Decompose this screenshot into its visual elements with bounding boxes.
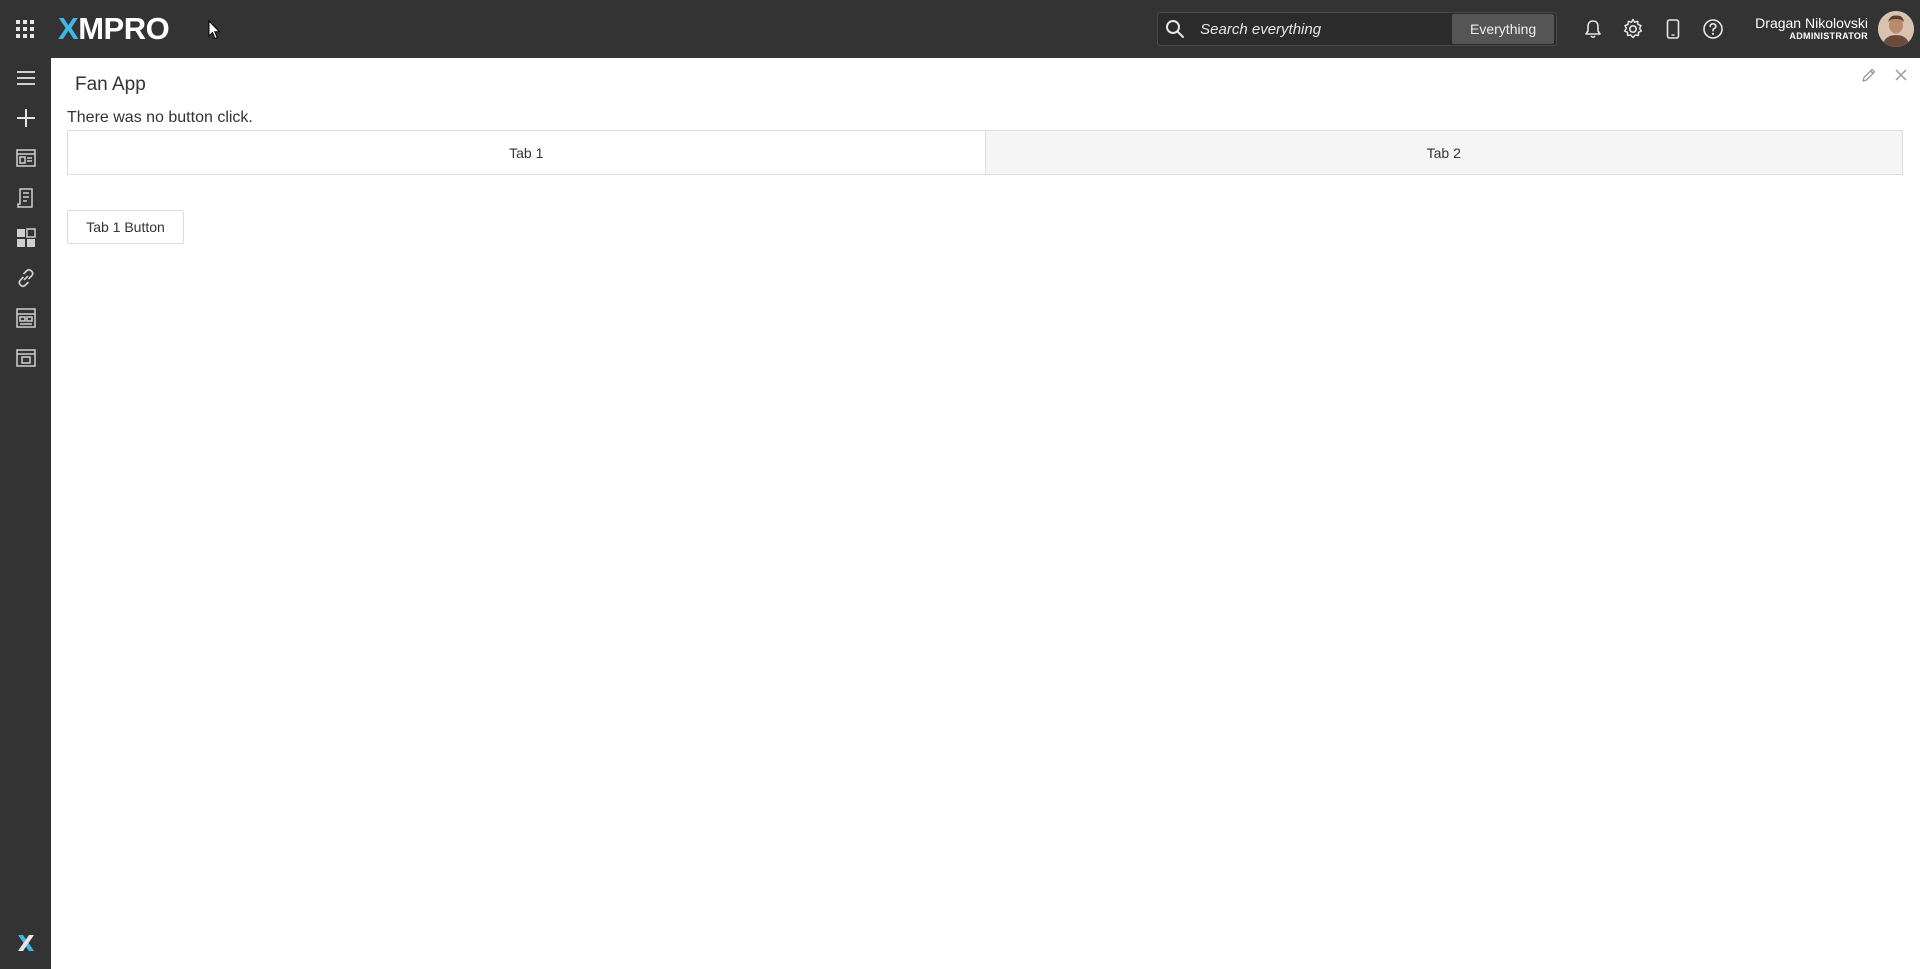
sidebar-item-dashboards[interactable]: [0, 298, 51, 338]
avatar[interactable]: [1878, 11, 1914, 47]
search-scope-dropdown[interactable]: Everything: [1452, 14, 1555, 44]
sidebar-item-data-streams[interactable]: [0, 138, 51, 178]
mouse-cursor-icon: [208, 20, 221, 40]
top-bar: XMPRO Everything: [0, 0, 1920, 58]
user-name: Dragan Nikolovski: [1755, 15, 1868, 32]
dashboard-icon: [15, 308, 36, 328]
search-input[interactable]: [1192, 13, 1453, 45]
pencil-icon[interactable]: [1858, 64, 1880, 86]
close-icon[interactable]: [1890, 64, 1912, 86]
logo-prefix: X: [58, 11, 79, 46]
logo-suffix: MPRO: [78, 11, 170, 46]
recommendations-icon: [16, 188, 33, 208]
user-info[interactable]: Dragan Nikolovski ADMINISTRATOR: [1755, 15, 1868, 41]
sidebar-footer-logo[interactable]: [0, 923, 51, 963]
sidebar-item-connections[interactable]: [0, 258, 51, 298]
tab-bar: Tab 1 Tab 2: [67, 130, 1903, 175]
tab-2[interactable]: Tab 2: [984, 131, 1902, 174]
plus-icon: [16, 109, 35, 127]
tab-1-button[interactable]: Tab 1 Button: [67, 210, 184, 244]
xmpro-x-logo-icon: [17, 935, 34, 951]
user-role: ADMINISTRATOR: [1789, 30, 1868, 41]
sidebar: [0, 58, 51, 969]
xmpro-logo[interactable]: X MPRO: [58, 0, 170, 58]
main-content: Fan App There was no button click. Tab 1…: [51, 58, 1920, 969]
apps-icon: [16, 228, 36, 247]
data-streams-icon: [15, 149, 36, 167]
search-box: Everything: [1157, 12, 1558, 46]
sidebar-item-layouts[interactable]: [0, 338, 51, 378]
bell-icon[interactable]: [1573, 0, 1613, 58]
page-title: Fan App: [75, 74, 146, 95]
sidebar-item-apps[interactable]: [0, 218, 51, 258]
sidebar-toggle-menu[interactable]: [0, 58, 51, 98]
grid-icon: [16, 20, 34, 38]
sidebar-item-recommendations[interactable]: [0, 178, 51, 218]
sidebar-item-new[interactable]: [0, 98, 51, 138]
link-icon: [17, 268, 34, 288]
header-actions: [1573, 0, 1733, 58]
gear-icon[interactable]: [1613, 0, 1653, 58]
tab-1[interactable]: Tab 1: [68, 131, 985, 174]
layout-icon: [15, 349, 36, 367]
search-icon[interactable]: [1158, 19, 1192, 39]
help-icon[interactable]: [1693, 0, 1733, 58]
apps-grid-button[interactable]: [0, 0, 50, 58]
status-message: There was no button click.: [67, 109, 253, 126]
menu-icon: [16, 71, 35, 85]
mobile-icon[interactable]: [1653, 0, 1693, 58]
